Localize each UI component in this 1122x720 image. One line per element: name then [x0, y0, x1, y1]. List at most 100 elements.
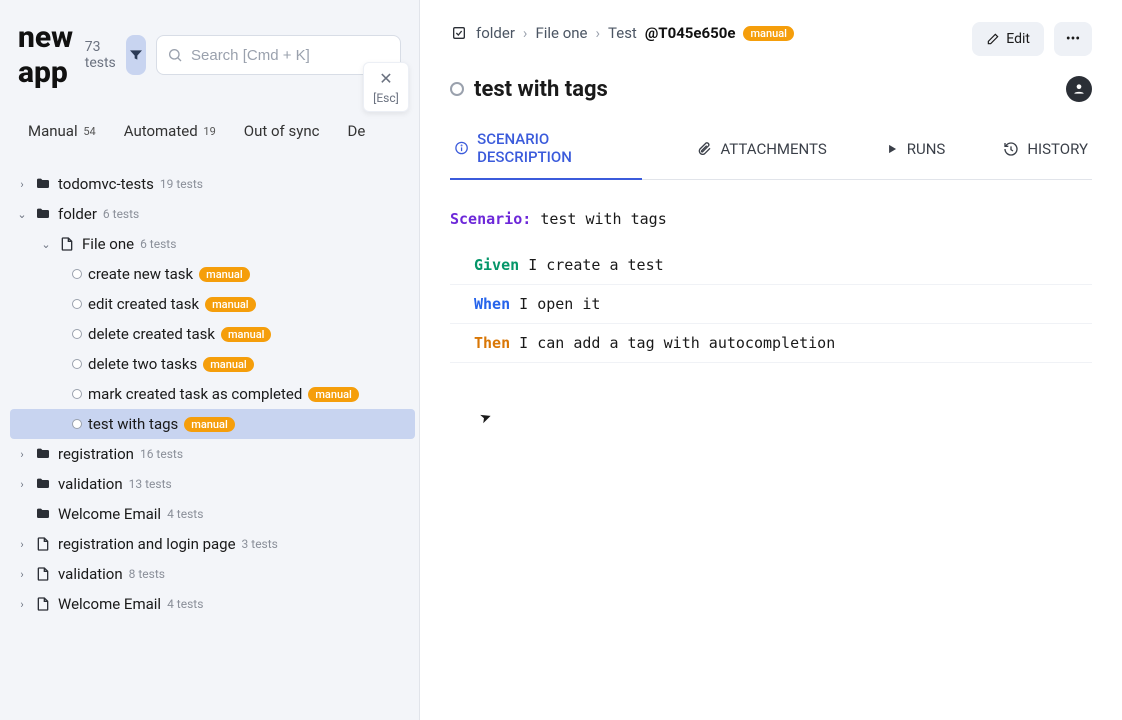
- breadcrumb-sep: ›: [523, 24, 528, 42]
- tab-manual-count: 54: [83, 125, 95, 138]
- app-title: new app: [18, 20, 75, 90]
- search-input[interactable]: [191, 47, 390, 64]
- tree-test-item[interactable]: mark created task as completed manual: [10, 379, 415, 409]
- tree-meta: 4 tests: [167, 597, 203, 611]
- tree-folder-validation[interactable]: › validation 13 tests: [10, 469, 415, 499]
- filter-button[interactable]: [126, 35, 146, 75]
- close-icon: ✕: [368, 71, 404, 87]
- chevron-down-icon: ⌄: [40, 238, 52, 251]
- tree-file-fileone[interactable]: ⌄ File one 6 tests: [10, 229, 415, 259]
- tree-folder-welcome[interactable]: › Welcome Email 4 tests: [10, 499, 415, 529]
- tree-meta: 3 tests: [242, 537, 278, 551]
- breadcrumb-test-prefix: Test: [608, 24, 637, 42]
- chevron-right-icon: ›: [16, 538, 28, 551]
- manual-tag: manual: [184, 417, 235, 432]
- status-icon: [72, 269, 82, 279]
- tab-automated-count: 19: [203, 125, 215, 138]
- search-icon: [167, 47, 183, 63]
- manual-tag: manual: [308, 387, 359, 402]
- status-icon: [72, 419, 82, 429]
- tree-test-item[interactable]: edit created task manual: [10, 289, 415, 319]
- info-icon: [454, 140, 469, 156]
- step-keyword: When: [474, 295, 510, 313]
- status-icon: [72, 299, 82, 309]
- close-panel-button[interactable]: ✕ [Esc]: [363, 62, 409, 112]
- avatar[interactable]: [1066, 76, 1092, 102]
- play-icon: [885, 142, 899, 156]
- paperclip-icon: [696, 141, 712, 157]
- scenario-block: Scenario: test with tags Given I create …: [450, 210, 1092, 363]
- tree-folder-folder[interactable]: ⌄ folder 6 tests: [10, 199, 415, 229]
- tree-label: registration and login page: [58, 535, 236, 553]
- tree-label: edit created task: [88, 295, 199, 313]
- sidebar: new app 73 tests ✕ [Esc] Manual 54 Autom…: [0, 0, 420, 720]
- folder-icon: [34, 205, 52, 223]
- tree-label: test with tags: [88, 415, 178, 433]
- cursor-icon: ➤: [478, 408, 494, 427]
- tab-automated[interactable]: Automated 19: [124, 122, 216, 154]
- file-icon: [34, 565, 52, 583]
- tree-label: File one: [82, 235, 134, 253]
- tree-test-item[interactable]: delete two tasks manual: [10, 349, 415, 379]
- manual-tag: manual: [199, 267, 250, 282]
- tree-label: validation: [58, 565, 123, 583]
- tab-history[interactable]: HISTORY: [999, 130, 1092, 179]
- tree-test-item[interactable]: create new task manual: [10, 259, 415, 289]
- tree-label: delete created task: [88, 325, 215, 343]
- test-tree: › todomvc-tests 19 tests ⌄ folder 6 test…: [0, 155, 419, 720]
- tab-history-label: HISTORY: [1027, 140, 1088, 158]
- filter-tabs: Manual 54 Automated 19 Out of sync De: [0, 100, 419, 155]
- tab-runs[interactable]: RUNS: [881, 130, 950, 179]
- tree-test-item-selected[interactable]: test with tags manual: [10, 409, 415, 439]
- folder-icon: [34, 505, 52, 523]
- tree-meta: 13 tests: [129, 477, 172, 491]
- pencil-icon: [986, 32, 1000, 46]
- breadcrumb-sep: ›: [596, 24, 601, 42]
- chevron-right-icon: ›: [16, 568, 28, 581]
- tab-runs-label: RUNS: [907, 140, 946, 158]
- tree-folder-todomvc[interactable]: › todomvc-tests 19 tests: [10, 169, 415, 199]
- tab-out-of-sync[interactable]: Out of sync: [244, 122, 320, 154]
- tree-label: validation: [58, 475, 123, 493]
- step-text: I can add a tag with autocompletion: [519, 334, 835, 352]
- tree-file-reglogin[interactable]: › registration and login page 3 tests: [10, 529, 415, 559]
- scenario-step: When I open it: [450, 285, 1092, 324]
- edit-button[interactable]: Edit: [972, 22, 1044, 56]
- tab-attachments[interactable]: ATTACHMENTS: [692, 130, 830, 179]
- tree-meta: 8 tests: [129, 567, 165, 581]
- folder-icon: [34, 475, 52, 493]
- folder-icon: [34, 445, 52, 463]
- tab-manual-label: Manual: [28, 122, 78, 140]
- chevron-right-icon: ›: [16, 178, 28, 191]
- breadcrumb-folder[interactable]: folder: [476, 24, 515, 42]
- tests-count: 73 tests: [85, 39, 116, 71]
- folder-icon: [34, 175, 52, 193]
- tree-file-welcome2[interactable]: › Welcome Email 4 tests: [10, 589, 415, 619]
- more-button[interactable]: •••: [1054, 22, 1092, 56]
- tree-label: registration: [58, 445, 134, 463]
- tree-test-item[interactable]: delete created task manual: [10, 319, 415, 349]
- tree-meta: 19 tests: [160, 177, 203, 191]
- status-icon: [72, 389, 82, 399]
- step-keyword: Then: [474, 334, 510, 352]
- tab-scenario[interactable]: SCENARIO DESCRIPTION: [450, 130, 642, 180]
- file-icon: [34, 595, 52, 613]
- tree-meta: 16 tests: [140, 447, 183, 461]
- person-icon: [1072, 82, 1086, 96]
- breadcrumb-file[interactable]: File one: [535, 24, 587, 42]
- chevron-right-icon: ›: [16, 478, 28, 491]
- file-icon: [34, 535, 52, 553]
- tab-deleted[interactable]: De: [347, 122, 365, 154]
- tree-label: create new task: [88, 265, 193, 283]
- tree-file-validation2[interactable]: › validation 8 tests: [10, 559, 415, 589]
- status-icon: [450, 82, 464, 96]
- detail-tabs: SCENARIO DESCRIPTION ATTACHMENTS RUNS HI…: [450, 130, 1092, 180]
- tree-meta: 6 tests: [103, 207, 139, 221]
- tree-label: Welcome Email: [58, 505, 161, 523]
- tab-attachments-label: ATTACHMENTS: [720, 140, 826, 158]
- sidebar-header: new app 73 tests: [0, 0, 419, 100]
- close-shortcut: [Esc]: [368, 91, 404, 105]
- tree-folder-registration[interactable]: › registration 16 tests: [10, 439, 415, 469]
- tab-automated-label: Automated: [124, 122, 198, 140]
- tab-manual[interactable]: Manual 54: [28, 122, 96, 154]
